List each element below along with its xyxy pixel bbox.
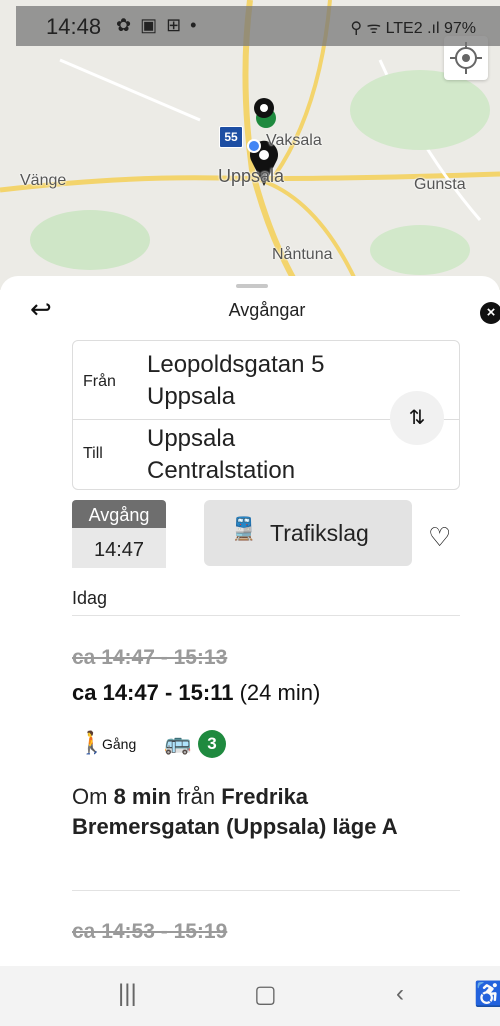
trip-time: ca 14:47 - 15:11 bbox=[72, 680, 234, 705]
swap-arrows-icon: ⇅ bbox=[408, 407, 426, 429]
bottom-sheet: ↩ Avgångar × Från Leopoldsgatan 5 Uppsal… bbox=[0, 276, 500, 966]
drag-handle[interactable] bbox=[236, 284, 268, 288]
from-line-1[interactable]: Leopoldsgatan 5 bbox=[147, 349, 325, 380]
map-label-gunsta: Gunsta bbox=[414, 176, 466, 193]
date-label: Idag bbox=[72, 588, 108, 608]
trip-duration: (24 min) bbox=[239, 680, 321, 705]
modes-label: Trafikslag bbox=[270, 520, 369, 546]
info-mid: från bbox=[177, 784, 216, 809]
departure-time-button[interactable]: Avgång 14:47 bbox=[72, 500, 166, 568]
info-prefix: Om bbox=[72, 784, 108, 809]
favorite-heart-icon[interactable]: ♡ bbox=[428, 522, 451, 553]
departure-label: Avgång bbox=[72, 500, 166, 528]
trip-info: Om 8 min från Fredrika Bremersgatan (Upp… bbox=[72, 782, 452, 842]
status-time: 14:48 bbox=[46, 14, 102, 39]
map-label-vaksala: Vaksala bbox=[266, 132, 322, 149]
status-bar: 14:48 ✿ ▣ ⊞ • ⚲ ᯤ LTE2 .ıl 97% bbox=[16, 6, 500, 46]
page-title: Avgångar bbox=[228, 300, 306, 320]
status-left-icons: ✿ ▣ ⊞ • bbox=[116, 15, 199, 35]
to-label: Till bbox=[83, 445, 103, 462]
line-badge: 3 bbox=[198, 730, 226, 758]
to-line-1[interactable]: Uppsala bbox=[147, 423, 235, 454]
trip-time-line: ca 14:47 - 15:11 (24 min) bbox=[72, 680, 320, 706]
route-box: Från Leopoldsgatan 5 Uppsala Till Uppsal… bbox=[72, 340, 460, 490]
trip-card[interactable]: ca 14:47 - 15:13 ca 14:47 - 15:11 (24 mi… bbox=[72, 628, 462, 888]
road-shield: 55 bbox=[219, 126, 243, 148]
train-icon: 🚆 bbox=[230, 516, 258, 541]
modes-button[interactable]: 🚆 Trafikslag bbox=[204, 500, 412, 566]
from-line-2[interactable]: Uppsala bbox=[147, 381, 235, 412]
from-label: Från bbox=[83, 373, 116, 390]
divider bbox=[72, 890, 460, 891]
close-icon[interactable]: × bbox=[480, 302, 500, 324]
to-line-2[interactable]: Centralstation bbox=[147, 455, 295, 486]
trip-original-time: ca 14:47 - 15:13 bbox=[72, 646, 228, 669]
departure-time: 14:47 bbox=[72, 528, 166, 568]
info-minutes: 8 min bbox=[113, 784, 172, 809]
bus-icon: 🚌 bbox=[164, 730, 192, 755]
divider bbox=[72, 615, 460, 616]
trip-original-time[interactable]: ca 14:53 - 15:19 bbox=[72, 920, 227, 944]
map-label-vange: Vänge bbox=[20, 172, 67, 189]
home-icon[interactable]: ▢ bbox=[254, 980, 277, 1009]
map-label-nantuna: Nåntuna bbox=[272, 246, 333, 263]
status-right-icons: ⚲ ᯤ LTE2 .ıl 97% bbox=[350, 20, 476, 37]
map-label-uppsala: Uppsala bbox=[218, 166, 285, 186]
swap-button[interactable]: ⇅ bbox=[390, 391, 444, 445]
accessibility-icon[interactable]: ♿ bbox=[474, 980, 500, 1009]
recent-apps-icon[interactable]: ||| bbox=[118, 980, 137, 1008]
system-nav-bar: ||| ▢ ‹ ♿ bbox=[0, 966, 500, 1026]
walk-label: Gång bbox=[102, 736, 137, 752]
back-icon[interactable]: ‹ bbox=[396, 980, 404, 1008]
